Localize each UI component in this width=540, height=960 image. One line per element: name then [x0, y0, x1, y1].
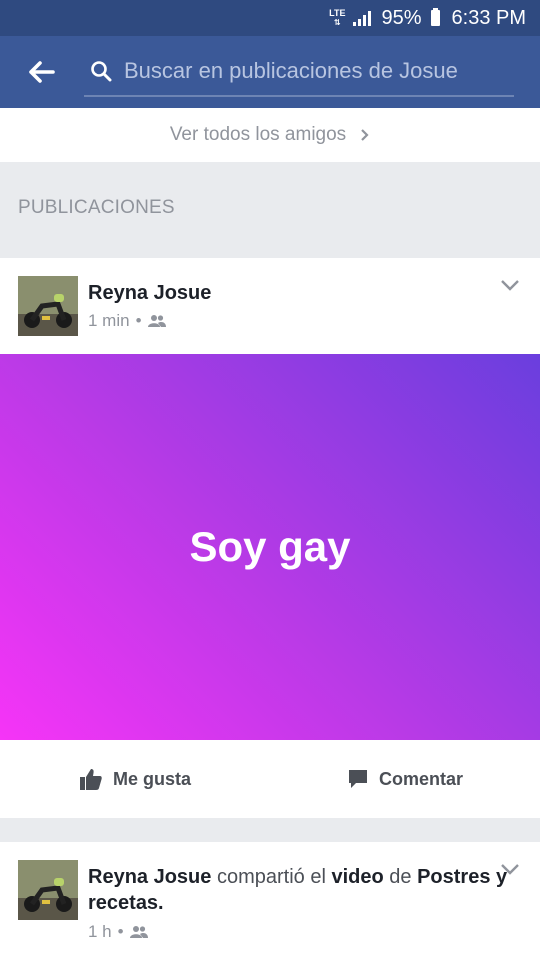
arrow-left-icon: [29, 61, 55, 83]
back-button[interactable]: [0, 36, 84, 108]
post-meta: 1 h •: [88, 922, 148, 942]
search-bar[interactable]: [84, 47, 514, 97]
comment-icon: [348, 770, 367, 788]
chevron-down-icon[interactable]: [500, 862, 520, 876]
of-text: de: [389, 866, 412, 888]
like-label: Me gusta: [112, 768, 191, 789]
friends-icon: [129, 926, 148, 938]
post-card: Reyna Josue 1 min • Soy gay Me gusta Com…: [0, 258, 540, 818]
post-header: Reyna Josue 1 min •: [0, 258, 540, 354]
avatar[interactable]: [18, 860, 78, 920]
post-time[interactable]: 1 min: [88, 311, 130, 331]
post-meta: 1 min •: [88, 311, 166, 331]
avatar[interactable]: [18, 276, 78, 336]
post-card: Reyna Josue compartió el video de Postre…: [0, 842, 540, 960]
battery-percent: 95%: [381, 6, 422, 29]
post-author-line: Reyna Josue compartió el video de Postre…: [88, 864, 508, 916]
post-text: Soy gay: [189, 523, 351, 570]
comment-label: Comentar: [378, 768, 463, 789]
search-icon: [91, 61, 112, 82]
friends-icon: [147, 315, 166, 327]
see-all-friends-link[interactable]: Ver todos los amigos: [0, 108, 540, 162]
thumbs-up-icon: [79, 769, 102, 790]
post-text-background: Soy gay: [0, 354, 540, 740]
shared-text: compartió el: [216, 866, 326, 888]
like-button[interactable]: Me gusta: [0, 740, 270, 818]
post-header: Reyna Josue compartió el video de Postre…: [0, 842, 540, 941]
post-author[interactable]: Reyna Josue: [88, 282, 211, 305]
search-input[interactable]: [124, 58, 504, 84]
clock: 6:33 PM: [451, 6, 526, 29]
post-actions: Me gusta Comentar: [0, 740, 540, 818]
video-link[interactable]: video: [331, 866, 383, 888]
chevron-down-icon[interactable]: [500, 278, 520, 292]
comment-button[interactable]: Comentar: [270, 740, 540, 818]
post-author[interactable]: Reyna Josue: [88, 866, 211, 888]
chevron-right-icon: [361, 129, 369, 141]
lte-icon: LTE ⇅: [329, 8, 346, 28]
search-header: [0, 36, 540, 108]
battery-icon: [430, 8, 440, 26]
signal-icon: [353, 10, 372, 26]
network-type: LTE: [329, 8, 346, 18]
see-all-friends-label: Ver todos los amigos: [169, 124, 347, 145]
status-bar: LTE ⇅ 95% 6:33 PM: [0, 0, 540, 36]
post-time[interactable]: 1 h: [88, 922, 112, 942]
section-title: PUBLICACIONES: [18, 197, 175, 218]
